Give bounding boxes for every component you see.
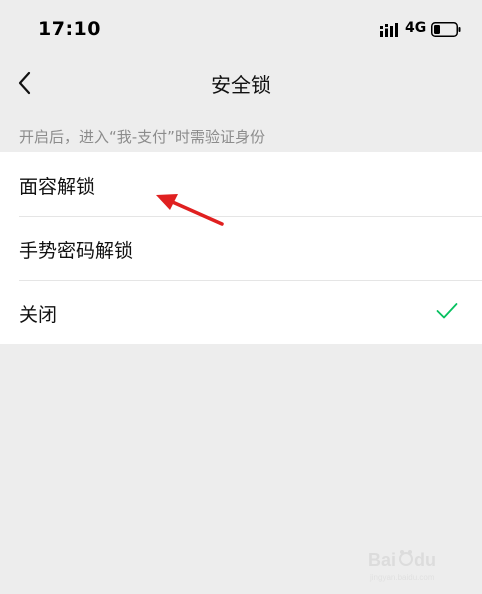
- svg-text:Bai: Bai: [368, 550, 396, 570]
- baidu-jingyan-watermark-icon: Bai du jingyan.baidu.com: [368, 550, 436, 582]
- option-label: 手势密码解锁: [19, 240, 134, 262]
- section-hint: 开启后，进入“我-支付”时需验证身份: [19, 128, 265, 146]
- battery-icon: [431, 22, 461, 37]
- option-off[interactable]: 关闭: [0, 280, 482, 344]
- option-face-unlock[interactable]: 面容解锁: [0, 152, 482, 216]
- page-title: 安全锁: [211, 73, 271, 97]
- status-bar: 17:10 4G: [0, 0, 482, 60]
- option-gesture-unlock[interactable]: 手势密码解锁: [0, 216, 482, 280]
- network-type: 4G: [405, 20, 427, 36]
- nav-bar: 安全锁: [0, 60, 482, 106]
- svg-text:du: du: [414, 550, 436, 570]
- option-list: 面容解锁 手势密码解锁 关闭: [0, 152, 482, 344]
- svg-text:jingyan.baidu.com: jingyan.baidu.com: [369, 573, 435, 582]
- option-label: 面容解锁: [19, 176, 96, 198]
- checkmark-icon: [436, 303, 458, 319]
- option-label: 关闭: [19, 304, 58, 326]
- status-time: 17:10: [38, 18, 101, 40]
- signal-bars-icon: [380, 23, 398, 37]
